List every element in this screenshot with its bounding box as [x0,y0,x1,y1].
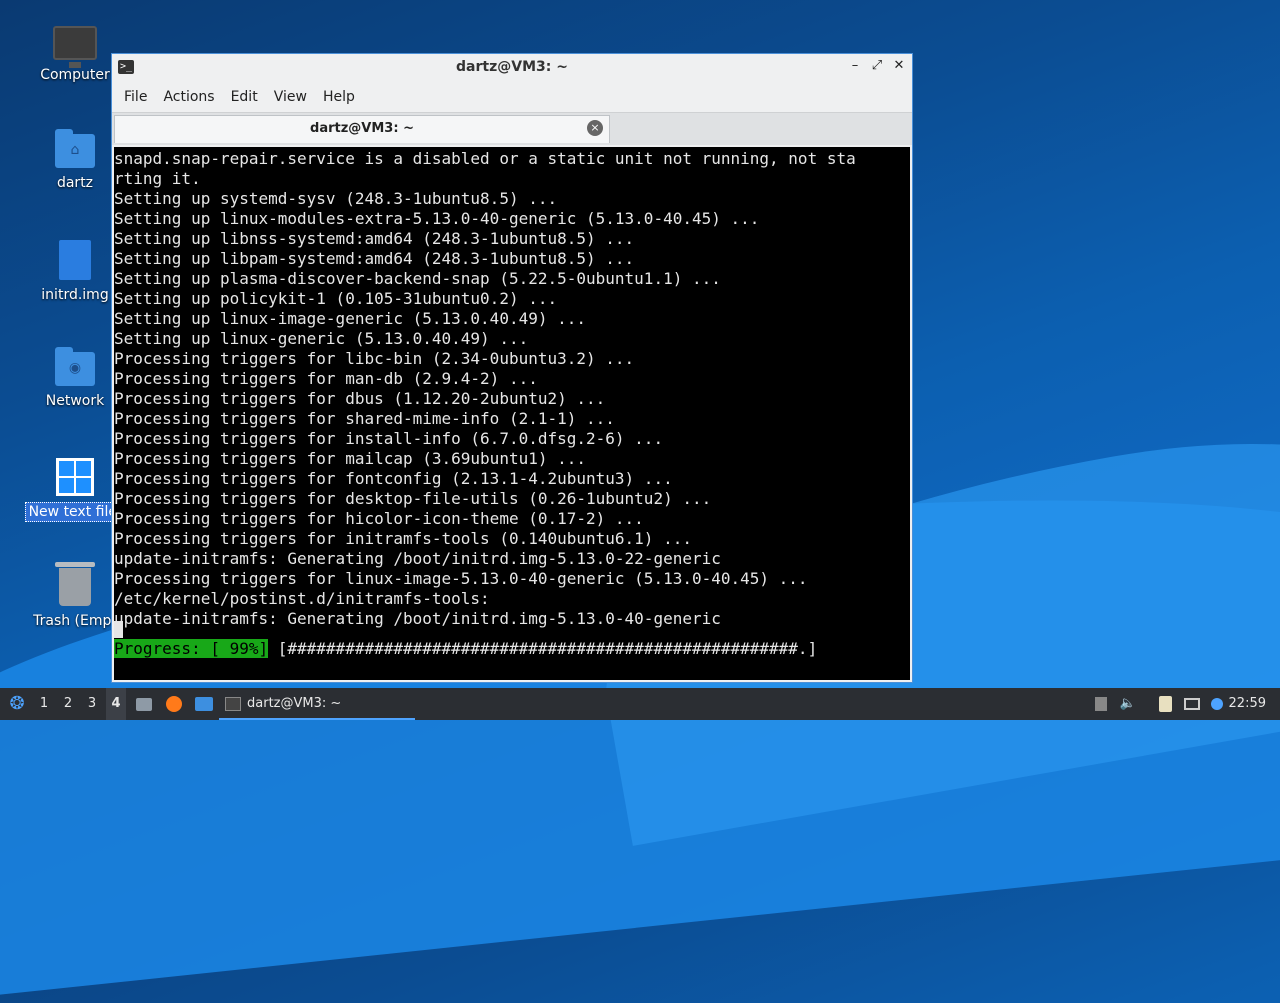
desktop-icon-label: Computer [40,67,110,83]
workspace-2[interactable]: 2 [58,688,78,720]
show-desktop-icon[interactable] [193,688,215,720]
start-menu-icon[interactable]: ❂ [6,688,28,720]
window-controls: – ⤢ ✕ [848,58,906,73]
taskbar-app-label: dartz@VM3: ~ [247,696,342,711]
menu-bar: File Actions Edit View Help [112,82,912,112]
close-button[interactable]: ✕ [892,58,906,73]
trash-icon [55,562,95,606]
clock[interactable]: 22:59 [1229,688,1266,720]
windows-file-icon [56,458,94,496]
menu-help[interactable]: Help [315,85,363,109]
file-manager-launcher-icon[interactable] [133,688,155,720]
file-link-icon [59,240,91,280]
desktop-icon-label: Trash (Empt [33,613,117,629]
terminal-window: >_ dartz@VM3: ~ – ⤢ ✕ File Actions Edit … [111,53,913,683]
terminal-cursor-line [114,619,123,638]
tab-close-icon[interactable]: × [587,120,603,136]
tab-label: dartz@VM3: ~ [310,121,414,136]
terminal-mini-icon [225,696,241,711]
computer-icon [53,26,97,68]
terminal-output: snapd.snap-repair.service is a disabled … [114,149,856,628]
desktop-icon-label: dartz [56,175,94,191]
progress-label: Progress: [ 99%] [114,639,269,658]
menu-actions[interactable]: Actions [155,85,222,109]
window-title: dartz@VM3: ~ [456,59,568,75]
upload-tray-icon[interactable] [1090,688,1112,720]
minimize-button[interactable]: – [848,58,862,73]
maximize-button[interactable]: ⤢ [870,58,884,73]
tab-bar: dartz@VM3: ~ × [112,112,912,145]
desktop-icon-label: initrd.img [41,287,109,303]
home-folder-icon: ⌂ [55,129,95,168]
taskbar: ❂ 1 2 3 4 dartz@VM3: ~ 🔈 22:59 [0,688,1280,720]
notification-icon[interactable] [1206,688,1228,720]
clipboard-icon[interactable] [1154,688,1176,720]
firefox-launcher-icon[interactable] [163,688,185,720]
menu-edit[interactable]: Edit [223,85,266,109]
workspace-3[interactable]: 3 [82,688,102,720]
menu-file[interactable]: File [116,85,155,109]
progress-line: Progress: [ 99%] [######################… [114,639,817,659]
workspace-4[interactable]: 4 [106,688,126,720]
desktop-icon-label: Network [45,393,105,409]
network-tray-icon[interactable] [1181,688,1203,720]
workspace-1[interactable]: 1 [34,688,54,720]
terminal-output-area[interactable]: snapd.snap-repair.service is a disabled … [114,147,910,680]
window-titlebar[interactable]: >_ dartz@VM3: ~ – ⤢ ✕ [112,54,912,82]
menu-view[interactable]: View [266,85,315,109]
network-folder-icon: ◉ [55,347,95,386]
text-cursor [114,621,123,638]
volume-icon[interactable]: 🔈 [1117,688,1139,720]
tab-terminal[interactable]: dartz@VM3: ~ × [114,115,610,143]
progress-bar-text: [#######################################… [268,639,818,658]
taskbar-app-terminal[interactable]: dartz@VM3: ~ [219,688,415,720]
